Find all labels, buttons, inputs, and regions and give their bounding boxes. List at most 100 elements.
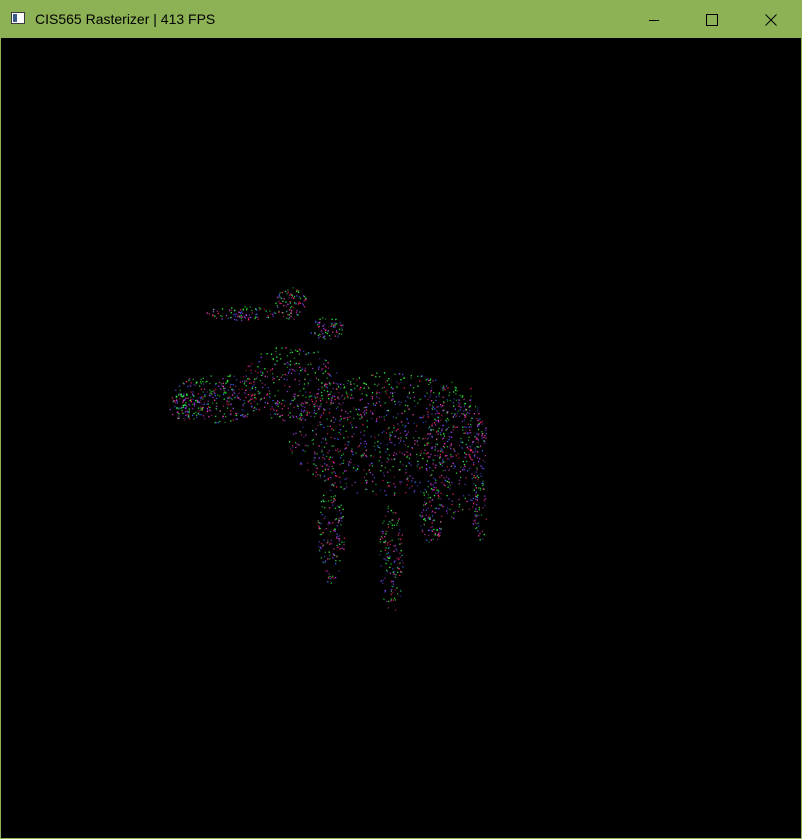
cloud-point bbox=[427, 480, 430, 482]
cloud-point bbox=[318, 323, 321, 325]
cloud-point bbox=[478, 535, 480, 537]
cloud-point bbox=[407, 396, 409, 398]
cloud-point bbox=[358, 444, 361, 447]
cloud-point bbox=[340, 383, 342, 385]
cloud-point bbox=[334, 475, 337, 477]
cloud-point bbox=[335, 330, 338, 332]
cloud-point bbox=[282, 374, 284, 376]
cloud-point bbox=[328, 465, 330, 468]
cloud-point bbox=[319, 421, 321, 423]
cloud-point bbox=[219, 395, 221, 397]
cloud-point bbox=[427, 452, 429, 454]
cloud-point bbox=[385, 547, 387, 549]
cloud-point bbox=[192, 395, 195, 397]
cloud-point bbox=[298, 394, 300, 396]
cloud-point bbox=[432, 530, 434, 532]
cloud-point bbox=[395, 512, 397, 514]
cloud-point bbox=[223, 398, 225, 400]
cloud-point bbox=[281, 408, 283, 410]
cloud-point bbox=[460, 476, 462, 479]
cloud-point bbox=[389, 555, 391, 557]
cloud-point bbox=[412, 477, 414, 479]
cloud-point bbox=[341, 454, 343, 457]
cloud-point bbox=[482, 433, 484, 435]
cloud-point bbox=[359, 418, 361, 420]
cloud-point bbox=[365, 394, 367, 396]
cloud-point bbox=[311, 395, 313, 397]
cloud-point bbox=[228, 401, 230, 403]
cloud-point bbox=[387, 505, 389, 508]
cloud-point bbox=[388, 454, 390, 456]
cloud-point bbox=[204, 418, 206, 420]
cloud-point bbox=[429, 404, 431, 406]
cloud-point bbox=[188, 417, 191, 420]
cloud-point bbox=[256, 376, 258, 378]
cloud-point bbox=[291, 351, 293, 353]
cloud-point bbox=[328, 551, 330, 553]
minimize-button[interactable] bbox=[625, 1, 683, 38]
cloud-point bbox=[463, 410, 465, 412]
cloud-point bbox=[328, 450, 330, 452]
cloud-point bbox=[318, 546, 320, 548]
cloud-point bbox=[428, 529, 430, 532]
cloud-point bbox=[322, 317, 324, 319]
cloud-point bbox=[227, 389, 229, 391]
cloud-point bbox=[302, 417, 304, 420]
cloud-point bbox=[457, 510, 459, 513]
cloud-point bbox=[449, 446, 451, 448]
cloud-point bbox=[249, 382, 251, 384]
cloud-point bbox=[399, 556, 401, 558]
cloud-point bbox=[432, 470, 434, 472]
cloud-point bbox=[176, 402, 178, 404]
cloud-point bbox=[390, 522, 392, 524]
cloud-point bbox=[290, 372, 293, 374]
cloud-point bbox=[288, 386, 291, 388]
cloud-point bbox=[344, 470, 346, 472]
cloud-point bbox=[299, 349, 301, 352]
cloud-point bbox=[406, 418, 408, 420]
cloud-point bbox=[435, 479, 437, 482]
cloud-point bbox=[394, 560, 396, 562]
cloud-point bbox=[276, 360, 278, 362]
cloud-point bbox=[482, 480, 484, 482]
cloud-point bbox=[204, 395, 206, 397]
cloud-point bbox=[328, 381, 330, 384]
cloud-point bbox=[294, 349, 297, 351]
cloud-point bbox=[446, 421, 448, 423]
cloud-point bbox=[333, 528, 336, 530]
cloud-point bbox=[470, 399, 472, 401]
render-viewport[interactable] bbox=[1, 38, 801, 838]
cloud-point bbox=[368, 387, 370, 389]
cloud-point bbox=[463, 405, 465, 407]
maximize-button[interactable] bbox=[683, 1, 741, 38]
cloud-point bbox=[427, 456, 430, 458]
cloud-point bbox=[192, 391, 194, 393]
cloud-point bbox=[400, 439, 402, 441]
cloud-point bbox=[338, 451, 340, 453]
cloud-point bbox=[477, 460, 480, 463]
cloud-point bbox=[415, 481, 417, 483]
cloud-point bbox=[409, 453, 411, 455]
cloud-point bbox=[303, 383, 306, 385]
cloud-point bbox=[279, 353, 281, 355]
cloud-point bbox=[331, 428, 333, 430]
cloud-point bbox=[357, 446, 359, 448]
cloud-point bbox=[189, 384, 191, 386]
cloud-point bbox=[227, 404, 229, 406]
cloud-point bbox=[293, 393, 295, 395]
cloud-point bbox=[196, 414, 198, 416]
cloud-point bbox=[473, 483, 475, 485]
cloud-point bbox=[375, 393, 378, 395]
cloud-point bbox=[241, 409, 243, 411]
title-bar[interactable]: CIS565 Rasterizer | 413 FPS bbox=[1, 1, 801, 38]
cloud-point bbox=[457, 453, 459, 455]
close-button[interactable] bbox=[742, 1, 800, 38]
cloud-point bbox=[324, 338, 326, 340]
cloud-point bbox=[475, 495, 478, 498]
cloud-point bbox=[293, 318, 295, 320]
cloud-point bbox=[389, 521, 391, 523]
cloud-point bbox=[401, 559, 403, 561]
cloud-point bbox=[298, 348, 301, 350]
cloud-point bbox=[477, 530, 479, 532]
cloud-point bbox=[466, 500, 468, 503]
